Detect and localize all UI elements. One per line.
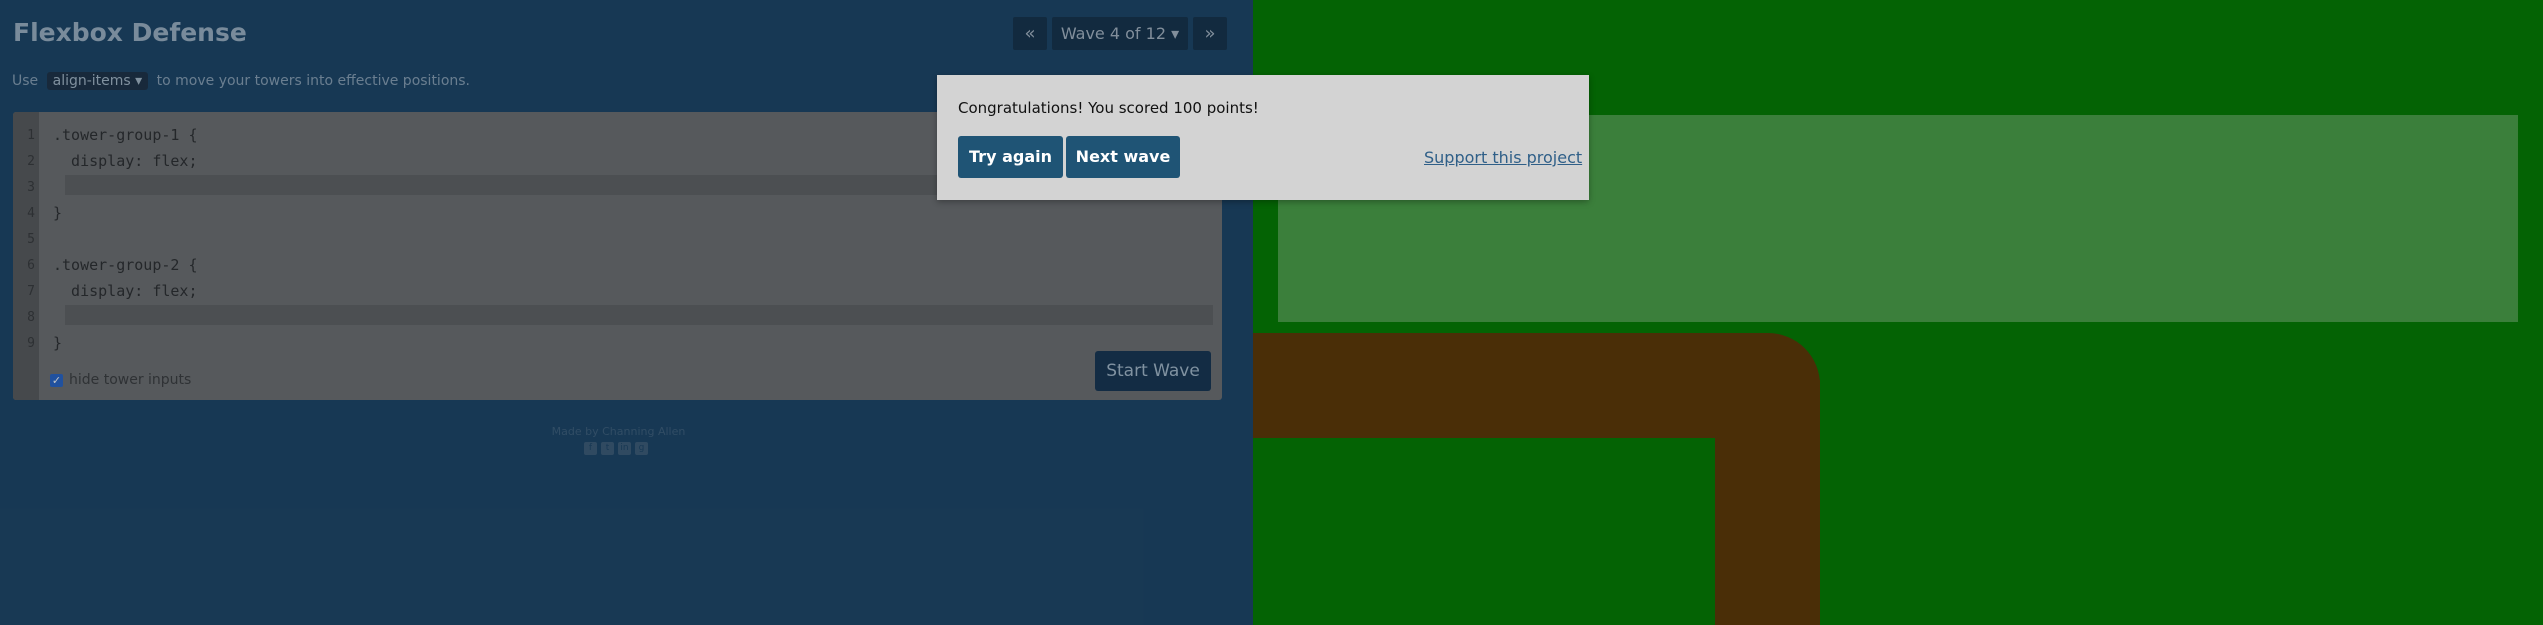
previous-wave-button[interactable]: « [1013,17,1047,50]
line-number: 2 [27,154,35,169]
property-label: align-items [52,73,131,89]
page-title: Flexbox Defense [13,18,247,47]
github-icon[interactable]: g [635,442,648,455]
try-again-button[interactable]: Try again [958,136,1063,178]
line-number: 1 [27,128,35,143]
code-line: display: flex; [53,282,198,300]
code-line: .tower-group-1 { [53,126,198,144]
facebook-icon[interactable]: f [584,442,597,455]
line-number: 9 [27,336,35,351]
line-number: 7 [27,284,35,299]
chevron-down-icon: ▾ [1171,24,1180,43]
code-line: .tower-group-2 { [53,256,198,274]
line-number: 4 [27,206,35,221]
check-icon[interactable]: ✓ [50,374,63,387]
next-wave-nav-button[interactable]: » [1193,17,1227,50]
next-wave-button[interactable]: Next wave [1066,136,1180,178]
result-modal: Congratulations! You scored 100 points! … [937,75,1589,200]
wave-selector[interactable]: Wave 4 of 12 ▾ [1052,17,1188,50]
hide-tower-inputs-label: hide tower inputs [69,372,192,388]
code-line: } [53,334,63,352]
line-number: 8 [27,310,35,325]
code-line: } [53,204,63,222]
line-gutter: 1 2 3 4 5 6 7 8 9 [13,112,39,400]
line-number: 6 [27,258,35,273]
tower-group-2-input[interactable] [65,305,1213,325]
instructions: Use align-items ▾ to move your towers in… [12,72,470,90]
property-select[interactable]: align-items ▾ [46,72,149,90]
line-number: 3 [27,180,35,195]
instructions-suffix: to move your towers into effective posit… [156,73,471,89]
wave-label: Wave 4 of 12 [1060,24,1166,43]
code-line: display: flex; [53,152,198,170]
twitter-icon[interactable]: t [601,442,614,455]
result-message: Congratulations! You scored 100 points! [958,99,1259,117]
credit-text: Made by Channing Allen [551,425,686,438]
instructions-prefix: Use [12,73,39,89]
enemy-path-vertical [1715,380,1820,625]
caret-down-icon: ▾ [135,73,143,89]
start-wave-button[interactable]: Start Wave [1095,351,1211,391]
line-number: 5 [27,232,35,247]
linkedin-icon[interactable]: in [618,442,631,455]
support-project-link[interactable]: Support this project [1424,148,1582,167]
